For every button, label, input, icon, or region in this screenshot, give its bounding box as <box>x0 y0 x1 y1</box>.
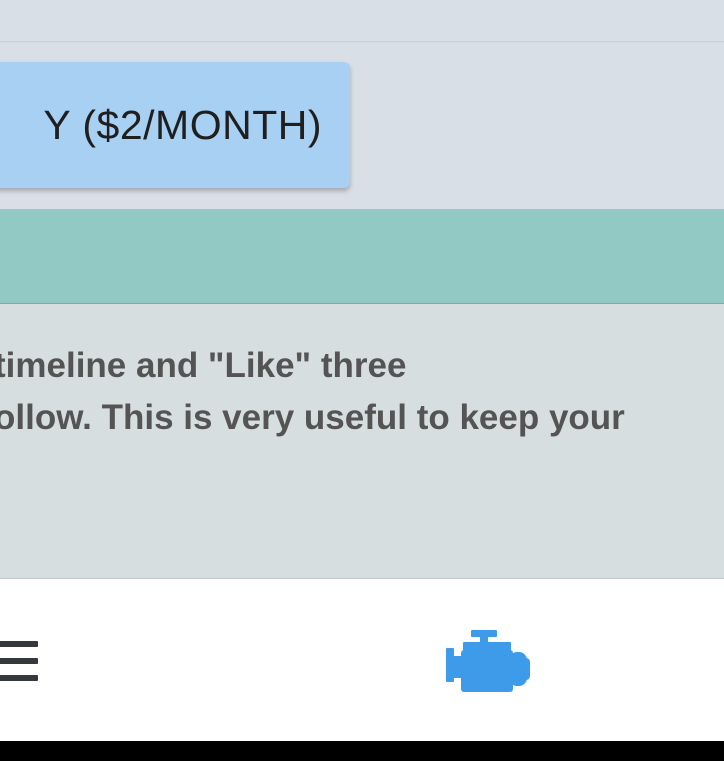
bottom-navigation-bar <box>0 579 724 741</box>
top-strip <box>0 0 724 42</box>
engine-icon[interactable] <box>443 628 533 698</box>
menu-line-top <box>0 641 38 647</box>
description-line-2: ollow. This is very useful to keep your <box>0 398 625 437</box>
menu-line-middle <box>0 658 38 664</box>
buy-section: Y ($2/MONTH) <box>0 42 724 209</box>
buy-subscription-button[interactable]: Y ($2/MONTH) <box>0 62 350 188</box>
description-card: timeline and "Like" three ollow. This is… <box>0 304 724 579</box>
description-line-1: timeline and "Like" three <box>0 346 407 385</box>
section-header-bar <box>0 209 724 304</box>
hamburger-menu-icon[interactable] <box>0 639 38 683</box>
menu-line-bottom <box>0 675 38 681</box>
engine-icon-graphic <box>446 630 530 692</box>
description-text: timeline and "Like" three ollow. This is… <box>0 340 724 444</box>
system-navigation-strip <box>0 741 724 761</box>
app-screen: Y ($2/MONTH) timeline and "Like" three o… <box>0 0 724 761</box>
buy-subscription-label: Y ($2/MONTH) <box>43 101 322 148</box>
